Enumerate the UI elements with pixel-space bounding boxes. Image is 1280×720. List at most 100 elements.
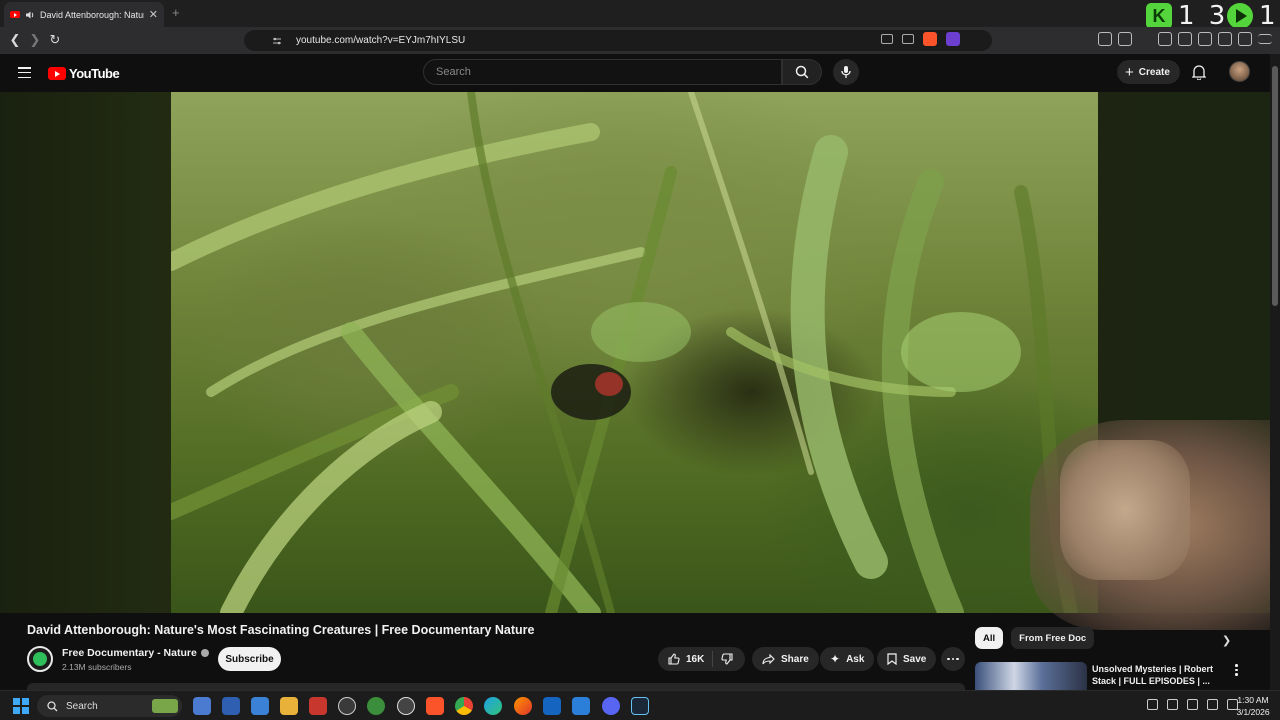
plus-icon: + bbox=[1125, 63, 1134, 81]
scrollbar-thumb[interactable] bbox=[1272, 66, 1278, 306]
app-icon-8[interactable] bbox=[397, 697, 415, 715]
youtube-play-icon bbox=[48, 67, 66, 80]
speaker-icon[interactable] bbox=[25, 10, 35, 20]
search-highlight-icon bbox=[152, 699, 178, 713]
account-avatar[interactable] bbox=[1229, 61, 1250, 82]
share-icon bbox=[762, 653, 775, 664]
create-label: Create bbox=[1138, 66, 1170, 78]
vscode-icon[interactable] bbox=[572, 697, 590, 715]
share-label: Share bbox=[781, 653, 809, 665]
windows-start-icon[interactable] bbox=[13, 698, 29, 714]
steam-icon[interactable] bbox=[631, 697, 649, 715]
search-button[interactable] bbox=[782, 59, 822, 85]
tray-app-icon[interactable] bbox=[1147, 699, 1158, 710]
subscriber-count: 2.13M subscribers bbox=[62, 662, 132, 672]
youtube-header: YouTube + Create bbox=[0, 54, 1270, 92]
search-input[interactable] bbox=[436, 66, 781, 78]
tray-mic-icon[interactable] bbox=[1187, 699, 1198, 710]
app-icon-5[interactable] bbox=[309, 697, 327, 715]
screenshot-icon[interactable] bbox=[1118, 32, 1132, 46]
save-action: Save bbox=[877, 647, 937, 671]
url-text: youtube.com/watch?v=EYJm7hIYLSU bbox=[296, 35, 466, 46]
app-icon-1[interactable] bbox=[193, 697, 211, 715]
site-info-icon[interactable] bbox=[272, 36, 282, 46]
recommendation-item[interactable]: Unsolved Mysteries | Robert Stack | FULL… bbox=[975, 662, 1270, 690]
chips-next-icon[interactable]: ❯ bbox=[1222, 634, 1231, 647]
dislike-button[interactable] bbox=[713, 653, 741, 665]
share-button[interactable]: Share bbox=[752, 647, 819, 671]
chip-from-channel[interactable]: From Free Doc bbox=[1011, 627, 1095, 649]
more-actions-button[interactable] bbox=[941, 647, 965, 671]
media-icon[interactable] bbox=[1158, 32, 1172, 46]
tray-network-icon[interactable] bbox=[1167, 699, 1178, 710]
thumbs-up-icon bbox=[668, 653, 680, 665]
brave-rewards-icon[interactable] bbox=[946, 32, 960, 46]
browser-tab[interactable]: David Attenborough: Nature ✕ bbox=[4, 2, 164, 27]
ask-action: ✦ Ask bbox=[820, 647, 875, 671]
firefox-icon[interactable] bbox=[514, 697, 532, 715]
guide-menu-icon[interactable] bbox=[18, 67, 31, 78]
tray-display-icon[interactable] bbox=[1207, 699, 1218, 710]
page-scrollbar[interactable] bbox=[1270, 54, 1280, 690]
brave-shields-icon[interactable] bbox=[923, 32, 937, 46]
like-dislike-group: 16K bbox=[658, 647, 745, 671]
chrome-icon[interactable] bbox=[455, 697, 473, 715]
youtube-logo[interactable]: YouTube bbox=[48, 66, 120, 81]
file-explorer-icon[interactable] bbox=[280, 697, 298, 715]
new-tab-icon[interactable]: + bbox=[172, 5, 180, 20]
back-icon[interactable]: ❮ bbox=[6, 31, 24, 49]
taskbar-search[interactable]: Search bbox=[37, 695, 182, 717]
address-bar[interactable]: youtube.com/watch?v=EYJm7hIYLSU bbox=[244, 30, 992, 51]
microphone-icon bbox=[841, 66, 851, 78]
verified-badge-icon bbox=[200, 649, 209, 657]
video-player[interactable] bbox=[171, 92, 1098, 613]
share-page-icon[interactable] bbox=[902, 34, 914, 44]
channel-avatar[interactable] bbox=[27, 646, 53, 672]
recommendation-title[interactable]: Unsolved Mysteries | Robert Stack | FULL… bbox=[1092, 663, 1232, 687]
like-count: 16K bbox=[686, 653, 705, 665]
install-app-icon[interactable] bbox=[881, 34, 893, 44]
recommendation-menu-icon[interactable] bbox=[1235, 664, 1238, 676]
extensions-area bbox=[1098, 32, 1272, 46]
chip-all[interactable]: All bbox=[975, 627, 1004, 649]
tab-close-icon[interactable]: ✕ bbox=[149, 8, 158, 21]
overlay-counter-rumble: 1 bbox=[1227, 1, 1279, 31]
taskbar-search-icon bbox=[47, 700, 58, 711]
leo-ai-icon[interactable] bbox=[1218, 32, 1232, 46]
system-tray bbox=[1130, 699, 1238, 710]
ask-button[interactable]: ✦ Ask bbox=[820, 647, 875, 671]
app-icon-3[interactable] bbox=[251, 697, 269, 715]
create-button[interactable]: + Create bbox=[1117, 60, 1180, 84]
tray-overflow-icon[interactable] bbox=[1130, 699, 1138, 710]
rumble-logo-icon bbox=[1227, 3, 1253, 29]
taskbar-search-label: Search bbox=[66, 700, 98, 712]
channel-name-link[interactable]: Free Documentary - Nature bbox=[62, 647, 209, 659]
app-icon-13[interactable] bbox=[543, 697, 561, 715]
description-box[interactable] bbox=[27, 683, 965, 690]
wallet-icon[interactable] bbox=[1198, 32, 1212, 46]
app-icon-6[interactable] bbox=[338, 697, 356, 715]
vpn-icon[interactable] bbox=[1238, 32, 1252, 46]
menu-icon[interactable] bbox=[1258, 34, 1272, 44]
reload-icon[interactable]: ↻ bbox=[46, 31, 64, 49]
voice-search-button[interactable] bbox=[833, 59, 859, 85]
like-button[interactable]: 16K bbox=[658, 651, 714, 667]
clock-date: 3/1/2026 bbox=[1236, 707, 1270, 717]
brave-browser-icon[interactable] bbox=[426, 697, 444, 715]
browser-tab-strip: David Attenborough: Nature ✕ + K 1 3 1 bbox=[0, 0, 1280, 31]
edge-icon[interactable] bbox=[484, 697, 502, 715]
sidebar-icon[interactable] bbox=[1178, 32, 1192, 46]
browser-toolbar: ❮ ❯ ↻ ⚐ youtube.com/watch?v=EYJm7hIYLSU bbox=[0, 27, 1280, 54]
app-icon-2[interactable] bbox=[222, 697, 240, 715]
discord-icon[interactable] bbox=[602, 697, 620, 715]
save-button[interactable]: Save bbox=[877, 647, 937, 671]
clock-time: 1:30 AM bbox=[1237, 695, 1269, 705]
notifications-bell-icon[interactable] bbox=[1192, 64, 1206, 80]
extension-puzzle-icon[interactable] bbox=[1098, 32, 1112, 46]
recommendation-thumbnail[interactable] bbox=[975, 662, 1087, 690]
thumbs-down-icon bbox=[721, 653, 733, 665]
forward-icon[interactable]: ❯ bbox=[26, 31, 44, 49]
taskbar-clock[interactable]: 1:30 AM 3/1/2026 bbox=[1230, 694, 1276, 718]
app-icon-7[interactable] bbox=[367, 697, 385, 715]
subscribe-button[interactable]: Subscribe bbox=[218, 647, 281, 671]
